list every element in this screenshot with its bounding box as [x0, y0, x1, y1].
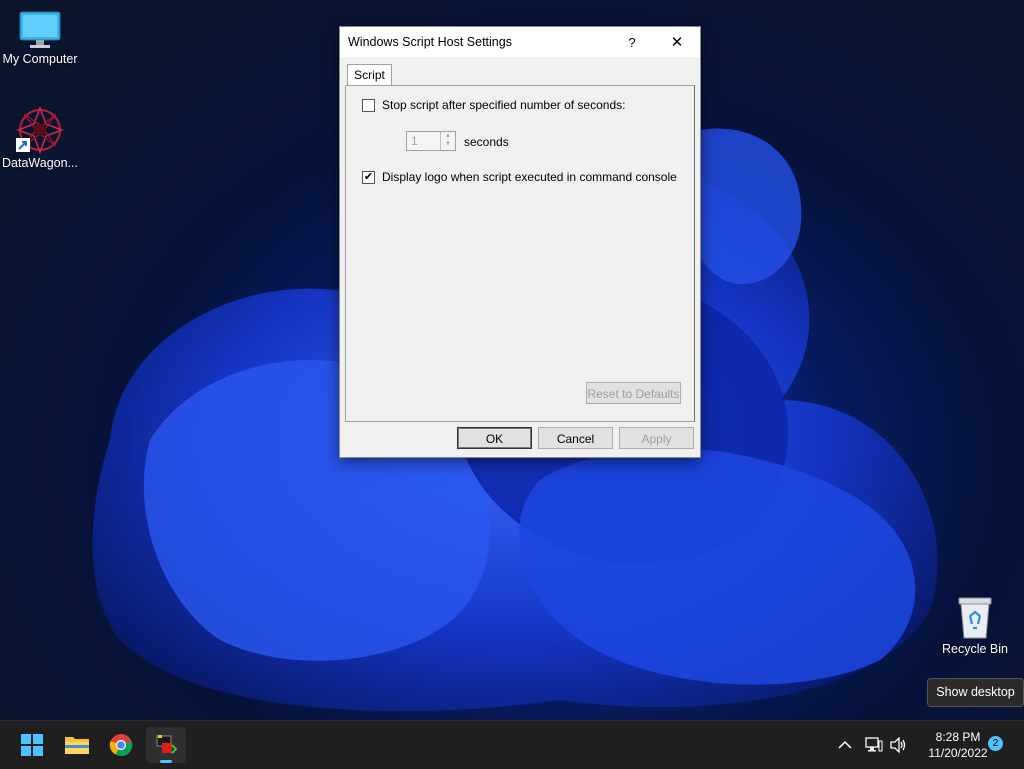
network-button[interactable]	[865, 721, 883, 769]
seconds-value[interactable]: 1	[411, 134, 418, 148]
speaker-icon	[890, 737, 906, 753]
dialog-title: Windows Script Host Settings	[348, 35, 512, 49]
taskbar-chrome[interactable]	[101, 727, 141, 763]
notification-badge[interactable]: 2	[988, 736, 1003, 751]
chrome-icon	[109, 734, 133, 757]
cancel-button[interactable]: Cancel	[538, 427, 613, 449]
reset-to-defaults-button[interactable]: Reset to Defaults	[586, 382, 681, 404]
help-button[interactable]: ?	[612, 27, 652, 57]
dialog-titlebar[interactable]: Windows Script Host Settings ? ✕	[340, 27, 700, 57]
volume-button[interactable]	[890, 721, 908, 769]
display-logo-checkbox[interactable]: ✔ Display logo when script executed in c…	[362, 170, 677, 184]
ok-button[interactable]: OK	[457, 427, 532, 449]
stop-script-label: Stop script after specified number of se…	[382, 98, 626, 112]
folder-icon	[65, 737, 89, 754]
seconds-spinner[interactable]: 1 ▲ ▼	[406, 131, 456, 151]
spin-down-icon[interactable]: ▼	[441, 140, 455, 148]
windows-start-icon	[21, 734, 43, 756]
spinner-arrows[interactable]: ▲ ▼	[440, 132, 455, 150]
datawagon-icon	[16, 106, 64, 154]
close-button[interactable]: ✕	[657, 27, 697, 57]
script-host-settings-dialog: Windows Script Host Settings ? ✕ Script …	[339, 26, 701, 458]
taskbar: 8:28 PM 11/20/2022	[0, 720, 1024, 769]
start-button[interactable]	[12, 727, 52, 763]
chevron-up-icon	[838, 740, 852, 749]
clock-date: 11/20/2022	[928, 746, 988, 760]
checkbox-box-checked[interactable]: ✔	[362, 170, 375, 184]
recycle-bin-icon	[958, 597, 992, 639]
script-host-icon	[156, 735, 178, 754]
tray-overflow-button[interactable]	[838, 721, 852, 769]
taskbar-script-host[interactable]	[146, 727, 186, 763]
script-tab-panel: Stop script after specified number of se…	[345, 85, 695, 422]
desktop-icon-label: Recycle Bin	[942, 642, 1008, 656]
network-icon	[865, 737, 883, 752]
desktop-icon-label: My Computer	[2, 52, 78, 66]
display-logo-label: Display logo when script executed in com…	[382, 170, 677, 184]
desktop-icon-label: DataWagon...	[2, 156, 78, 170]
show-desktop-tooltip: Show desktop	[927, 678, 1024, 707]
taskbar-file-explorer[interactable]	[57, 727, 97, 763]
desktop-icon-recycle-bin[interactable]: Recycle Bin	[935, 596, 1015, 656]
desktop-icon-datawagon[interactable]: DataWagon...	[0, 106, 80, 170]
stop-script-checkbox[interactable]: Stop script after specified number of se…	[362, 98, 625, 112]
computer-icon	[19, 11, 61, 48]
desktop-icon-my-computer[interactable]: My Computer	[0, 10, 80, 66]
seconds-label: seconds	[464, 135, 509, 149]
checkbox-box[interactable]	[362, 98, 375, 112]
apply-button[interactable]: Apply	[619, 427, 694, 449]
tab-script[interactable]: Script	[347, 64, 392, 86]
spin-up-icon[interactable]: ▲	[441, 132, 455, 140]
